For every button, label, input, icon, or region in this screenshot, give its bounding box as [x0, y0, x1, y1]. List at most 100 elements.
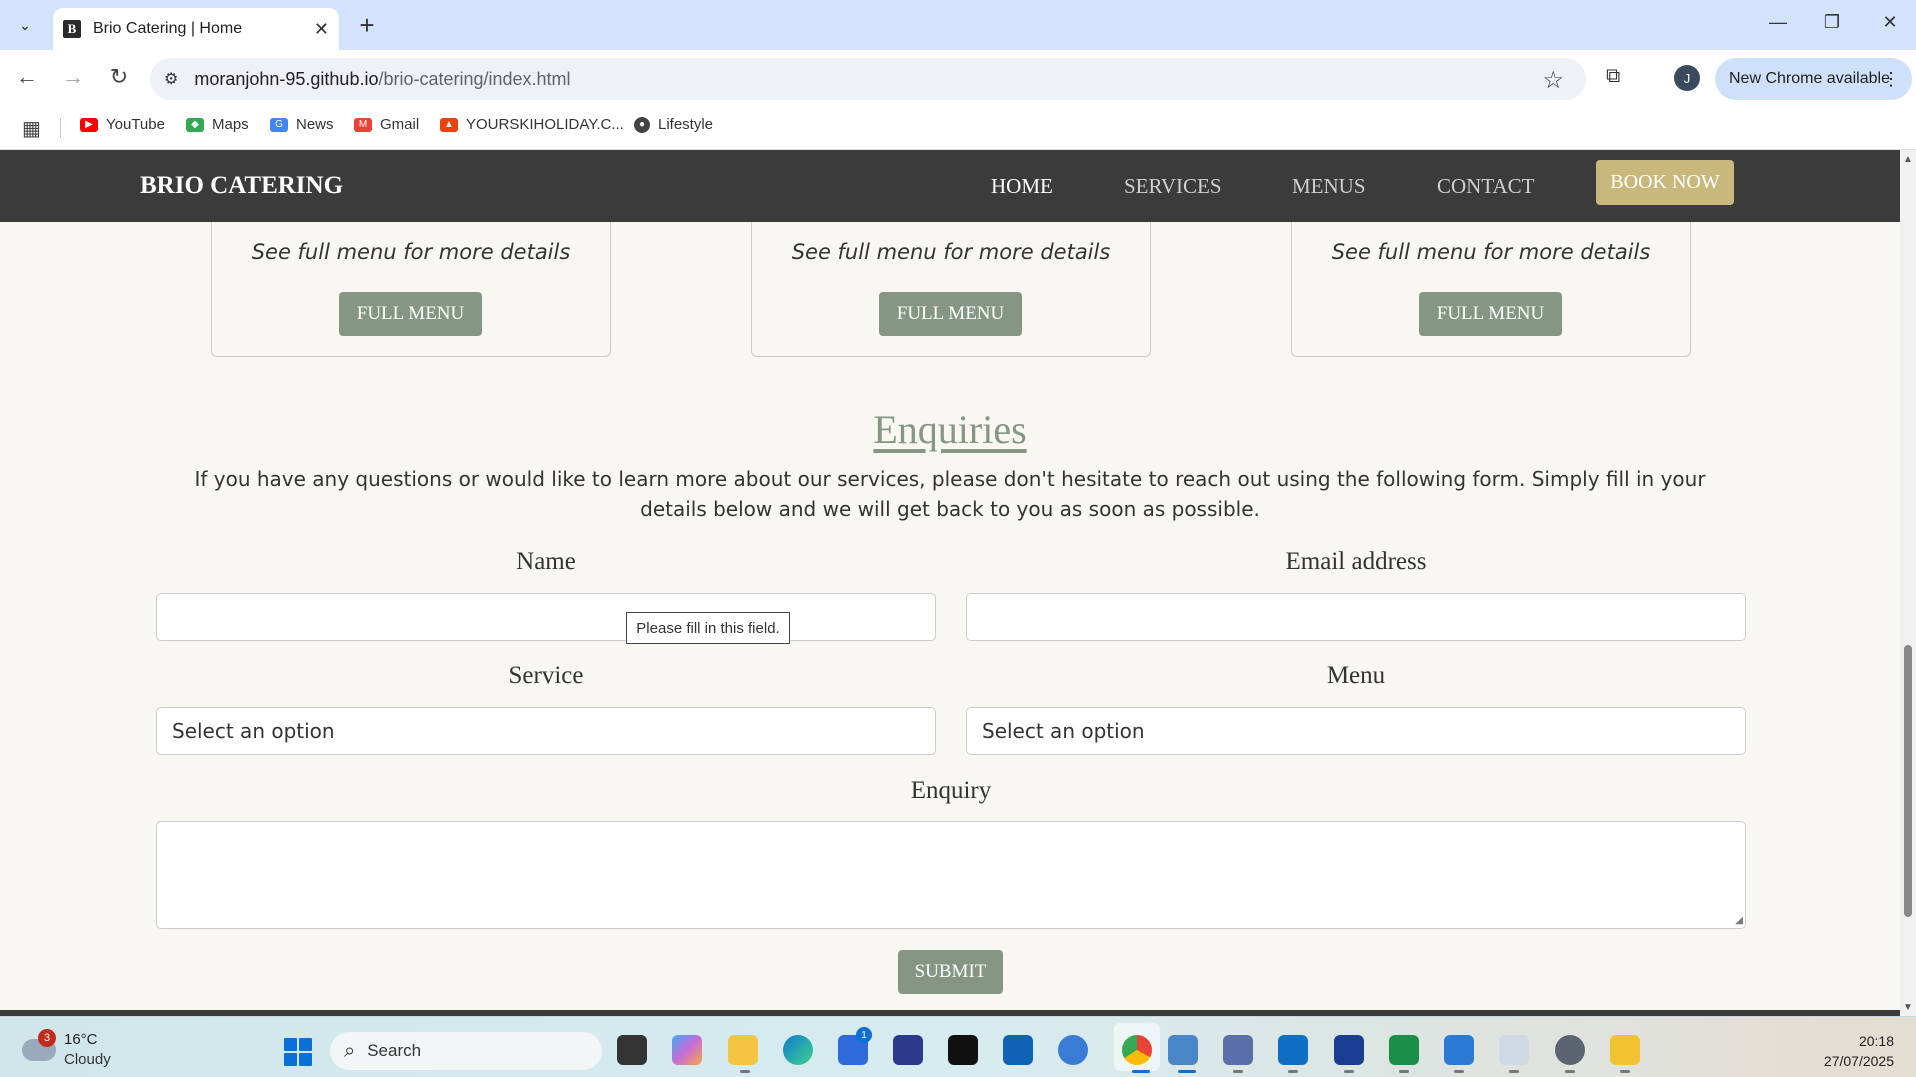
browser-tab[interactable]: B Brio Catering | Home ✕ [53, 8, 339, 50]
apps-grid-icon[interactable]: ▦ [22, 116, 41, 141]
chrome-icon[interactable] [1122, 1035, 1152, 1065]
dropbox-icon[interactable] [948, 1035, 978, 1065]
menu-card: See full menu for more details FULL MENU [751, 210, 1151, 357]
chrome-update-button[interactable]: New Chrome available ⋮ [1715, 58, 1912, 100]
photos-icon[interactable] [1444, 1035, 1474, 1065]
windows-start-icon[interactable] [284, 1038, 312, 1066]
running-indicator [1233, 1070, 1243, 1073]
address-bar[interactable]: ⚙ moranjohn-95.github.io/brio-catering/i… [150, 58, 1586, 100]
restore-icon[interactable]: ❐ [1812, 12, 1852, 33]
bookmarks-separator [60, 118, 61, 138]
search-icon: ⌕ [344, 1039, 356, 1062]
dropbox-alt-icon[interactable] [1334, 1035, 1364, 1065]
full-menu-button[interactable]: FULL MENU [1419, 292, 1562, 336]
scroll-up-icon[interactable]: ▲ [1903, 154, 1913, 165]
bookmark-youtube[interactable]: ▶ YouTube [80, 116, 165, 133]
nav-services[interactable]: SERVICES [1124, 174, 1222, 199]
weather-temp[interactable]: 16°C [64, 1031, 98, 1048]
bookmark-news[interactable]: G News [270, 116, 334, 133]
booking-icon[interactable] [893, 1035, 923, 1065]
nav-home[interactable]: HOME [991, 174, 1053, 199]
resize-handle-icon[interactable]: ◢ [1735, 915, 1743, 926]
url-host: moranjohn-95.github.io [194, 68, 379, 89]
youtube-icon: ▶ [80, 117, 98, 132]
taskbar-search[interactable]: ⌕ Search [330, 1032, 602, 1070]
bookmark-yourskiholiday[interactable]: ▲ YOURSKIHOLIDAY.C... [440, 116, 624, 133]
card-note: See full menu for more details [1331, 240, 1651, 264]
reload-icon[interactable]: ↻ [104, 64, 134, 90]
menu-select[interactable]: Select an option [966, 707, 1746, 755]
forward-icon[interactable]: → [58, 64, 88, 90]
system-clock[interactable]: 20:18 27/07/2025 [1824, 1031, 1894, 1071]
bookmarks-bar: ▦ ▶ YouTube ◆ Maps G News M Gmail ▲ YOURSKIHO… [0, 106, 1916, 150]
monitor-icon[interactable] [1223, 1035, 1253, 1065]
profile-avatar[interactable]: J [1674, 65, 1700, 91]
task-view-icon[interactable] [617, 1035, 647, 1065]
chrome-update-label: New Chrome available [1729, 70, 1890, 87]
bookmark-label: Maps [212, 116, 249, 133]
bookmark-label: Lifestyle [658, 116, 714, 133]
extensions-icon[interactable]: ⧉ [1606, 65, 1620, 88]
page-scrollbar[interactable]: ▲ ▼ [1900, 150, 1916, 1016]
running-indicator [1288, 1070, 1298, 1073]
enquiry-textarea[interactable]: ◢ [156, 821, 1746, 929]
tab-search-chevron-icon[interactable]: ⌄ [3, 11, 47, 39]
folder-icon[interactable] [1610, 1035, 1640, 1065]
running-indicator [1565, 1070, 1575, 1073]
full-menu-button[interactable]: FULL MENU [879, 292, 1022, 336]
browser-tab-strip: ⌄ B Brio Catering | Home ✕ + — ❐ ✕ [0, 0, 1916, 50]
url-text[interactable]: moranjohn-95.github.io/brio-catering/ind… [194, 69, 570, 90]
running-indicator [1454, 1070, 1464, 1073]
site-brand[interactable]: BRIO CATERING [140, 172, 343, 200]
ski-icon: ▲ [440, 117, 458, 132]
bookmark-label: News [296, 116, 334, 133]
outlook-icon[interactable] [1003, 1035, 1033, 1065]
snipping-tool-icon[interactable] [1499, 1035, 1529, 1065]
file-explorer-icon[interactable] [728, 1035, 758, 1065]
more-menu-icon[interactable]: ⋮ [1882, 69, 1900, 90]
enquiry-label: Enquiry [910, 777, 992, 804]
email-input[interactable] [966, 593, 1746, 641]
email-label: Email address [1285, 548, 1427, 575]
running-indicator [1509, 1070, 1519, 1073]
clock-time: 20:18 [1858, 1033, 1894, 1049]
close-tab-icon[interactable]: ✕ [314, 19, 329, 40]
bookmark-gmail[interactable]: M Gmail [354, 116, 419, 133]
remote-desktop-icon[interactable] [1168, 1035, 1198, 1065]
bookmark-lifestyle[interactable]: ● Lifestyle [634, 116, 713, 133]
new-tab-icon[interactable]: + [352, 10, 382, 41]
copilot-icon[interactable] [672, 1035, 702, 1065]
nav-menus[interactable]: MENUS [1292, 174, 1366, 199]
page-viewport: See full menu for more details FULL MENU… [0, 150, 1900, 1016]
name-input[interactable] [156, 593, 936, 641]
book-now-button[interactable]: BOOK NOW [1596, 160, 1734, 205]
scroll-down-icon[interactable]: ▼ [1903, 1002, 1913, 1013]
maps-icon: ◆ [186, 117, 204, 132]
minimize-icon[interactable]: — [1758, 12, 1798, 33]
menu-card: See full menu for more details FULL MENU [1291, 210, 1691, 357]
edge-icon[interactable] [783, 1035, 813, 1065]
bookmark-maps[interactable]: ◆ Maps [186, 116, 249, 133]
validation-tooltip: Please fill in this field. [626, 612, 790, 644]
globe-icon: ● [634, 116, 650, 133]
name-label: Name [516, 548, 576, 575]
close-window-icon[interactable]: ✕ [1870, 12, 1910, 33]
weather-desc[interactable]: Cloudy [64, 1051, 111, 1068]
url-path: /brio-catering/index.html [378, 68, 571, 89]
store-badge: 1 [856, 1027, 872, 1043]
full-menu-button[interactable]: FULL MENU [339, 292, 482, 336]
scroll-thumb[interactable] [1904, 645, 1912, 917]
back-icon[interactable]: ← [12, 64, 42, 90]
nav-contact[interactable]: CONTACT [1437, 174, 1534, 199]
service-select[interactable]: Select an option [156, 707, 936, 755]
bookmark-star-icon[interactable]: ☆ [1542, 66, 1564, 95]
app-icon[interactable] [1058, 1035, 1088, 1065]
submit-button[interactable]: SUBMIT [898, 950, 1003, 994]
site-info-icon[interactable]: ⚙ [164, 69, 178, 89]
service-label: Service [508, 662, 584, 689]
settings-gear-icon[interactable] [1555, 1035, 1585, 1065]
card-note: See full menu for more details [791, 240, 1111, 264]
vscode-icon[interactable] [1278, 1035, 1308, 1065]
terminal-icon[interactable] [1389, 1035, 1419, 1065]
tab-title: Brio Catering | Home [93, 20, 243, 37]
